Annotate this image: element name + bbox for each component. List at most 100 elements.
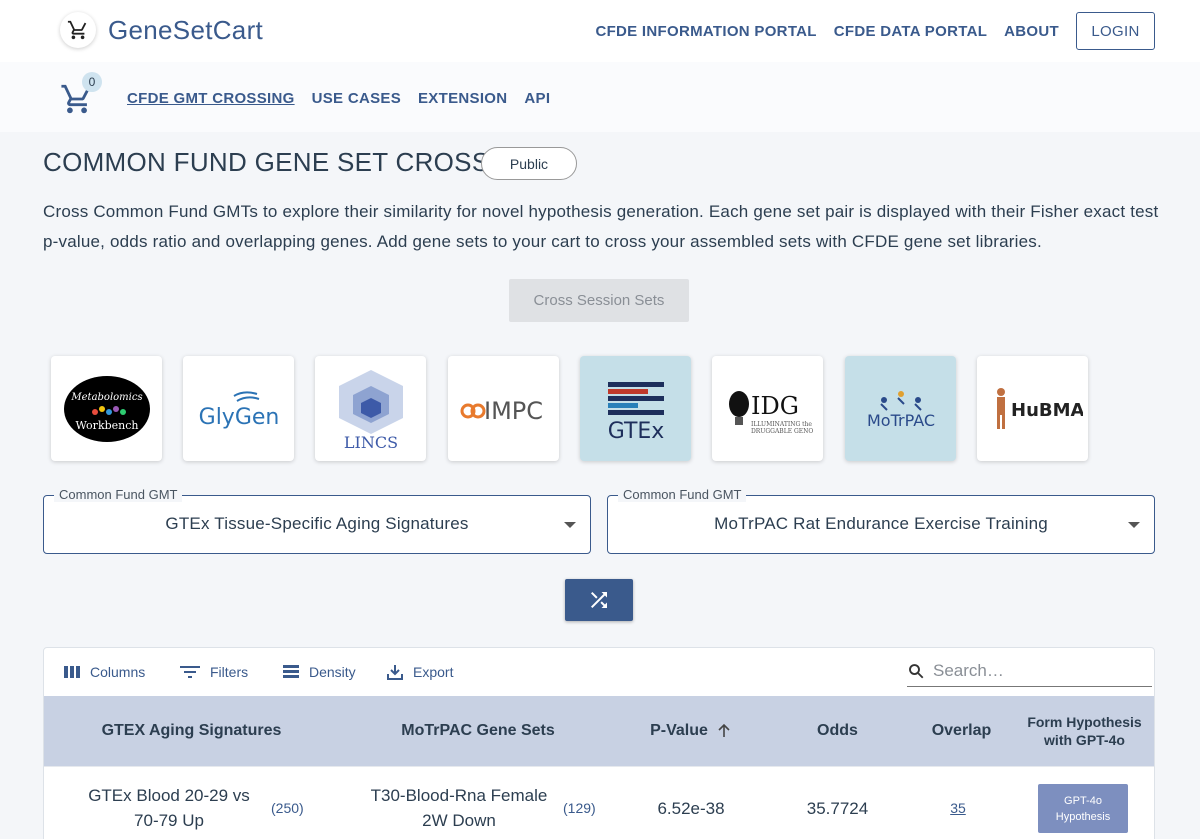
logo-card-impc[interactable]: IMPC	[448, 356, 559, 461]
hubmap-logo: HuBMAP	[996, 387, 1083, 429]
density-icon	[283, 665, 299, 678]
gpt-button-line1: GPT-4o	[1064, 794, 1102, 807]
column-header-odds[interactable]: Odds	[765, 696, 910, 766]
svg-text:Metabolomics: Metabolomics	[70, 392, 142, 403]
dropdown-caret-icon	[564, 522, 576, 528]
shuffle-icon	[591, 592, 607, 608]
columns-button[interactable]: Columns	[64, 664, 145, 680]
gpt-4o-hypothesis-button[interactable]: GPT-4o Hypothesis	[1038, 784, 1128, 833]
sub-navbar: CFDE GMT CROSSING USE CASES EXTENSION AP…	[0, 62, 1200, 132]
motrpac-gene-set-count: (129)	[563, 800, 596, 816]
logo-card-lincs[interactable]: LINCS	[315, 356, 426, 461]
logo-card-metabolomics-workbench[interactable]: Metabolomics Workbench	[51, 356, 162, 461]
glygen-logo: GlyGen	[198, 390, 279, 430]
svg-text:GlyGen: GlyGen	[198, 405, 279, 430]
shuffle-button[interactable]	[565, 579, 633, 621]
motrpac-gene-set-name-line1: T30-Blood-Rna Female	[370, 786, 548, 805]
column-header-gtex-aging-signatures[interactable]: GTEX Aging Signatures	[44, 696, 339, 766]
svg-text:IDG: IDG	[751, 392, 799, 420]
impc-logo: IMPC	[460, 397, 543, 425]
lincs-logo: LINCS	[338, 370, 403, 451]
sort-ascending-icon[interactable]	[716, 723, 732, 739]
cart-count-badge: 0	[82, 72, 102, 92]
cross-session-sets-button[interactable]: Cross Session Sets	[509, 279, 689, 322]
svg-text:DRUGGABLE GENOME: DRUGGABLE GENOME	[751, 428, 813, 434]
logo-card-idg[interactable]: IDG ILLUMINATING the DRUGGABLE GENOME	[712, 356, 823, 461]
column-header-p-value[interactable]: P-Value	[617, 696, 765, 766]
logo-card-gtex[interactable]: GTEx	[580, 356, 691, 461]
export-label: Export	[413, 664, 454, 680]
column-header-form-hypothesis[interactable]: Form Hypothesis with GPT-4o	[1013, 696, 1154, 766]
svg-text:Workbench: Workbench	[75, 419, 138, 432]
gtex-logo: GTEx	[607, 381, 664, 444]
nav-extension[interactable]: EXTENSION	[418, 90, 507, 107]
motrpac-gene-set-cell: T30-Blood-Rna Female 2W Down	[354, 767, 564, 839]
top-navbar: GeneSetCart CFDE INFORMATION PORTAL CFDE…	[0, 0, 1200, 62]
p-value-header-label: P-Value	[650, 722, 708, 739]
export-icon	[387, 665, 403, 680]
overlap-cell: 35	[910, 767, 1006, 839]
idg-logo: IDG ILLUMINATING the DRUGGABLE GENOME	[728, 390, 813, 434]
cart-logo-icon	[60, 12, 96, 48]
top-nav-links: CFDE INFORMATION PORTAL CFDE DATA PORTAL…	[578, 12, 1155, 50]
columns-label: Columns	[90, 664, 146, 680]
filter-icon	[180, 666, 200, 678]
grid-toolbar: Columns Filters Density Export	[44, 648, 1154, 696]
overlap-link[interactable]: 35	[950, 796, 966, 821]
p-value-cell: 6.52e-38	[657, 798, 725, 818]
svg-text:HuBMAP: HuBMAP	[1011, 400, 1083, 421]
logo-card-glygen[interactable]: GlyGen	[183, 356, 294, 461]
gmt-select-value: MoTrPAC Rat Endurance Exercise Training	[714, 514, 1048, 533]
results-data-grid: Columns Filters Density Export GTEX Agin…	[43, 647, 1155, 839]
gmt-select-legend: Common Fund GMT	[54, 487, 183, 502]
brand-name: GeneSetCart	[108, 14, 264, 45]
brand[interactable]: GeneSetCart	[60, 12, 263, 48]
form-hypothesis-header-line2: with GPT-4o	[1044, 732, 1125, 748]
page-description: Cross Common Fund GMTs to explore their …	[43, 202, 1159, 251]
column-header-motrpac-gene-sets[interactable]: MoTrPAC Gene Sets	[339, 696, 617, 766]
search-input[interactable]	[933, 661, 1133, 681]
filters-label: Filters	[210, 664, 249, 680]
page-title: COMMON FUND GENE SET CROSSING	[43, 147, 537, 177]
nav-cfde-gmt-crossing[interactable]: CFDE GMT CROSSING	[127, 90, 295, 107]
grid-search	[907, 656, 1152, 687]
gpt-button-line2: Hypothesis	[1055, 810, 1111, 823]
motrpac-gene-set-name-line2: 2W Down	[422, 811, 496, 830]
svg-text:GTEx: GTEx	[607, 419, 664, 444]
columns-icon	[64, 666, 80, 678]
column-header-overlap[interactable]: Overlap	[910, 696, 1013, 766]
nav-use-cases[interactable]: USE CASES	[312, 90, 401, 107]
nav-api[interactable]: API	[524, 90, 550, 107]
sub-nav-links: CFDE GMT CROSSING USE CASES EXTENSION AP…	[127, 90, 567, 107]
gtex-gene-set-name-line2: 70-79 Up	[134, 811, 204, 830]
logo-card-motrpac[interactable]: MoTrPAC	[845, 356, 956, 461]
logo-card-hubmap[interactable]: HuBMAP	[977, 356, 1088, 461]
form-hypothesis-header-line1: Form Hypothesis	[1027, 714, 1142, 730]
public-chip[interactable]: Public	[481, 147, 577, 180]
search-icon	[909, 664, 924, 679]
gmt-select-value: GTEx Tissue-Specific Aging Signatures	[165, 514, 469, 533]
gtex-gene-set-cell: GTEx Blood 20-29 vs 70-79 Up	[64, 767, 274, 839]
nav-about[interactable]: ABOUT	[1004, 23, 1059, 40]
gmt-select-left[interactable]: Common Fund GMT GTEx Tissue-Specific Agi…	[43, 487, 591, 554]
grid-header-row: GTEX Aging Signatures MoTrPAC Gene Sets …	[44, 696, 1154, 766]
metabolomics-workbench-logo: Metabolomics Workbench	[63, 375, 150, 442]
svg-text:IMPC: IMPC	[484, 397, 543, 425]
login-button[interactable]: LOGIN	[1076, 12, 1155, 50]
filters-button[interactable]: Filters	[180, 664, 248, 680]
motrpac-logo: MoTrPAC	[866, 390, 935, 430]
density-label: Density	[309, 664, 356, 680]
gmt-select-right[interactable]: Common Fund GMT MoTrPAC Rat Endurance Ex…	[607, 487, 1155, 554]
svg-text:MoTrPAC: MoTrPAC	[866, 411, 934, 430]
nav-cfde-data-portal[interactable]: CFDE DATA PORTAL	[834, 23, 987, 40]
density-button[interactable]: Density	[283, 664, 356, 680]
odds-cell: 35.7724	[806, 798, 869, 818]
gmt-select-legend: Common Fund GMT	[618, 487, 747, 502]
dropdown-caret-icon	[1128, 522, 1140, 528]
export-button[interactable]: Export	[387, 664, 453, 680]
svg-text:LINCS: LINCS	[343, 433, 397, 451]
gtex-gene-set-count: (250)	[271, 800, 304, 816]
svg-text:ILLUMINATING the: ILLUMINATING the	[751, 421, 812, 428]
gtex-gene-set-name-line1: GTEx Blood 20-29 vs	[88, 786, 250, 805]
nav-cfde-information-portal[interactable]: CFDE INFORMATION PORTAL	[595, 23, 816, 40]
